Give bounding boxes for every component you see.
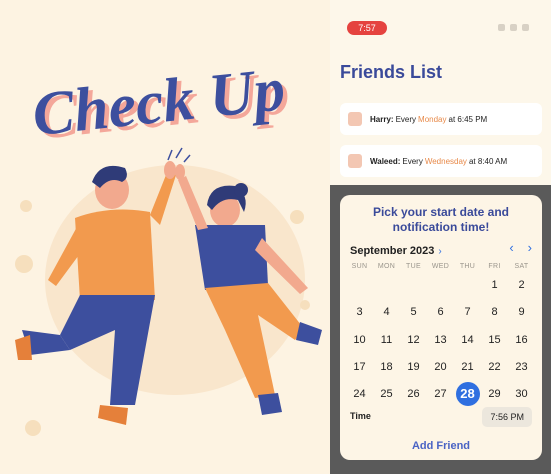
high-five-people (15, 147, 322, 425)
prev-month-chevron-icon[interactable]: ‹ (509, 240, 513, 255)
calendar-day[interactable]: 11 (375, 328, 399, 352)
calendar-day[interactable]: 6 (429, 300, 453, 324)
calendar-day[interactable]: 20 (429, 355, 453, 379)
calendar-day[interactable]: 9 (510, 300, 534, 324)
calendar-day[interactable]: 14 (456, 328, 480, 352)
calendar-day[interactable]: 17 (348, 355, 372, 379)
month-nav: ‹ › (509, 240, 532, 255)
friend-every: Every (402, 156, 423, 166)
friend-avatar (348, 112, 362, 126)
wifi-icon (510, 24, 517, 31)
friend-day: Wednesday (424, 156, 467, 166)
weekday-label: TUE (406, 263, 421, 270)
month-expand-chevron-icon[interactable]: › (438, 246, 441, 257)
friend-day: Monday (418, 114, 447, 124)
weekday-label: MON (377, 263, 396, 270)
calendar-day[interactable]: 3 (348, 300, 372, 324)
calendar-day[interactable]: 4 (375, 300, 399, 324)
calendar-day[interactable]: 10 (348, 328, 372, 352)
weekday-label: SUN (351, 263, 368, 270)
calendar-day[interactable]: 13 (429, 328, 453, 352)
woman-figure (175, 164, 322, 415)
friend-time: at 8:40 AM (468, 156, 508, 166)
month-header: September 2023 › ‹ › (350, 240, 532, 257)
calendar-day[interactable]: 2 (510, 273, 534, 297)
time-row: Time 7:56 PM (350, 407, 532, 427)
friend-row[interactable]: Harry: Every Monday at 6:45 PM (340, 103, 542, 135)
friend-name: Waleed: (370, 156, 401, 166)
time-label: Time (350, 411, 371, 421)
signal-icon (498, 24, 505, 31)
app-root: Check Up Check Up 7:57 Friends List Harr… (0, 0, 551, 474)
weekday-label: THU (459, 263, 476, 270)
weekday-label: WED (431, 263, 450, 270)
calendar-day[interactable]: 1 (483, 273, 507, 297)
calendar-day[interactable]: 7 (456, 300, 480, 324)
man-figure (15, 161, 176, 425)
prompt-line-1: Pick your start date and (372, 205, 510, 219)
calendar-day[interactable]: 24 (348, 382, 372, 406)
calendar-day[interactable]: 27 (429, 382, 453, 406)
calendar-day[interactable]: 25 (375, 382, 399, 406)
friend-name: Harry: (370, 114, 394, 124)
weekday-header: SUN MON TUE WED THU FRI SAT (346, 263, 536, 270)
calendar-day[interactable]: 16 (510, 328, 534, 352)
friend-row[interactable]: Waleed: Every Wednesday at 8:40 AM (340, 145, 542, 177)
calendar-day[interactable]: 29 (483, 382, 507, 406)
calendar-day[interactable]: 18 (375, 355, 399, 379)
calendar-day[interactable]: 19 (402, 355, 426, 379)
calendar-day[interactable]: 30 (510, 382, 534, 406)
friend-time: at 6:45 PM (448, 114, 488, 124)
friend-every: Every (395, 114, 417, 124)
clap-lines (167, 147, 191, 163)
calendar-day[interactable]: 26 (402, 382, 426, 406)
prompt-line-2: notification time! (392, 220, 490, 234)
battery-icon (522, 24, 529, 31)
calendar-day-selected[interactable]: 28 (455, 382, 480, 407)
weekday-label: FRI (488, 263, 501, 270)
calendar-day[interactable]: 21 (456, 355, 480, 379)
date-picker-sheet: Pick your start date and notification ti… (340, 195, 542, 460)
add-friend-button[interactable]: Add Friend (340, 440, 542, 452)
time-picker-button[interactable]: 7:56 PM (482, 407, 532, 427)
friend-avatar (348, 154, 362, 168)
status-icons (498, 24, 529, 31)
calendar-day[interactable]: 23 (510, 355, 534, 379)
hero-illustration: Check Up Check Up (0, 0, 330, 474)
next-month-chevron-icon[interactable]: › (528, 240, 532, 255)
status-time: 7:57 (347, 21, 387, 35)
calendar-day[interactable]: 12 (402, 328, 426, 352)
calendar-day[interactable]: 15 (483, 328, 507, 352)
month-label[interactable]: September 2023 (350, 245, 434, 257)
calendar-day[interactable]: 8 (483, 300, 507, 324)
weekday-label: SAT (514, 263, 529, 270)
page-title: Friends List (340, 62, 443, 82)
picker-prompt: Pick your start date and notification ti… (340, 205, 542, 235)
calendar-day[interactable]: 22 (483, 355, 507, 379)
calendar-day[interactable]: 5 (402, 300, 426, 324)
